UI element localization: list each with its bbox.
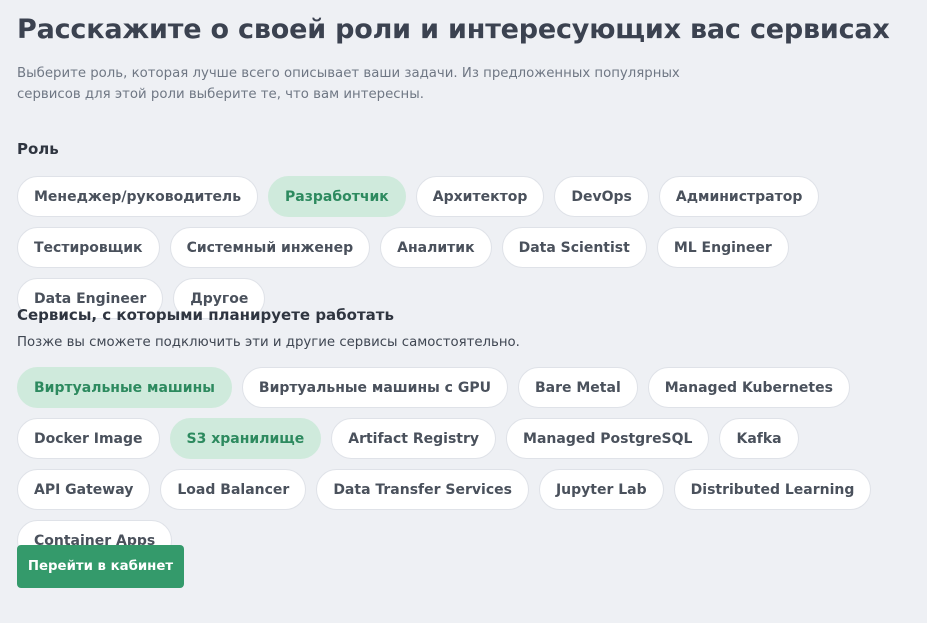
service-chip[interactable]: Load Balancer	[160, 469, 307, 510]
service-chip[interactable]: Виртуальные машины	[17, 367, 232, 408]
service-chip[interactable]: Виртуальные машины с GPU	[241, 367, 508, 408]
service-chip[interactable]: Distributed Learning	[673, 469, 872, 510]
role-chip[interactable]: Data Scientist	[501, 227, 647, 268]
go-to-cabinet-button[interactable]: Перейти в кабинет	[17, 545, 184, 588]
role-chip[interactable]: Аналитик	[380, 227, 492, 268]
role-chip[interactable]: Администратор	[658, 176, 820, 217]
roles-section-title: Роль	[17, 140, 59, 158]
service-chip[interactable]: S3 хранилище	[169, 418, 322, 459]
role-chip[interactable]: Разработчик	[268, 176, 406, 217]
service-chip[interactable]: Docker Image	[17, 418, 160, 459]
services-section-title: Сервисы, с которыми планируете работать	[17, 306, 394, 324]
page-title: Расскажите о своей роли и интересующих в…	[17, 14, 890, 45]
service-chip[interactable]: Bare Metal	[517, 367, 638, 408]
roles-chip-group: Менеджер/руководитель Разработчик Архитект…	[17, 176, 917, 319]
role-chip[interactable]: Системный инженер	[169, 227, 371, 268]
service-chip[interactable]: Jupyter Lab	[538, 469, 664, 510]
role-chip[interactable]: ML Engineer	[656, 227, 789, 268]
service-chip[interactable]: API Gateway	[17, 469, 151, 510]
service-chip[interactable]: Kafka	[719, 418, 799, 459]
service-chip[interactable]: Artifact Registry	[331, 418, 497, 459]
onboarding-page: Расскажите о своей роли и интересующих в…	[0, 0, 927, 623]
service-chip[interactable]: Managed Kubernetes	[647, 367, 850, 408]
role-chip[interactable]: Тестировщик	[17, 227, 160, 268]
services-chip-group: Виртуальные машины Виртуальные машины с G…	[17, 367, 917, 561]
service-chip[interactable]: Data Transfer Services	[316, 469, 529, 510]
service-chip[interactable]: Managed PostgreSQL	[506, 418, 710, 459]
role-chip[interactable]: Менеджер/руководитель	[17, 176, 259, 217]
role-chip[interactable]: Архитектор	[415, 176, 545, 217]
role-chip[interactable]: DevOps	[554, 176, 649, 217]
services-hint: Позже вы сможете подключить эти и другие…	[17, 335, 520, 350]
page-description: Выберите роль, которая лучше всего описы…	[17, 66, 680, 102]
